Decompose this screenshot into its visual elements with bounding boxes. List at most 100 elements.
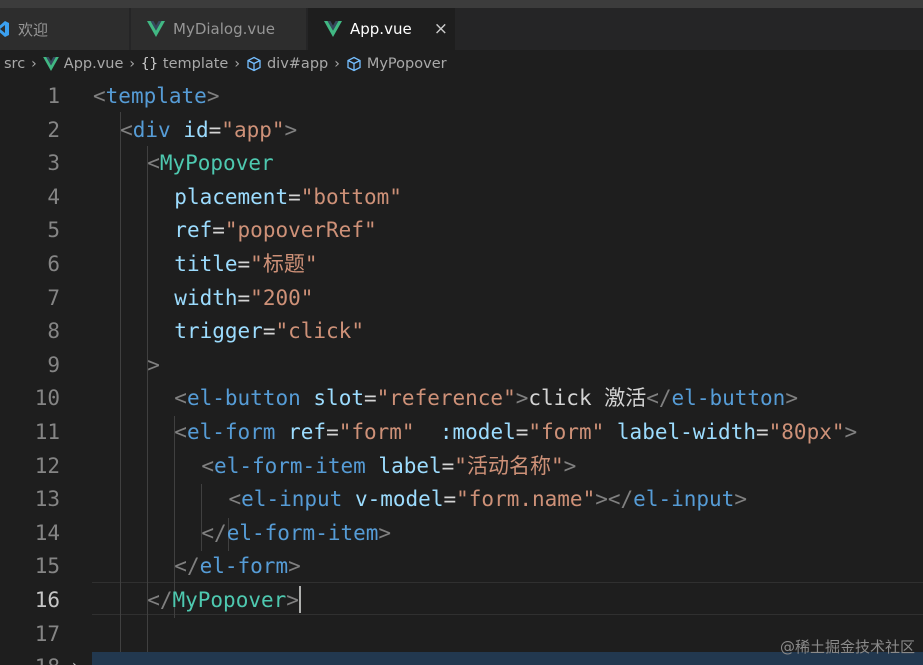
code-token: = <box>755 420 769 444</box>
vue-logo-icon <box>324 21 342 37</box>
code-text: <el-input v-model="form.name"></el-input… <box>229 482 747 516</box>
title-bar-strip <box>0 0 923 8</box>
breadcrumb-item-template[interactable]: {} template <box>141 56 228 72</box>
code-line: 13 <el-input v-model="form.name"></el-inp… <box>0 482 923 516</box>
line-number: 17 <box>34 621 60 646</box>
cube-icon <box>346 56 362 72</box>
code-line: 7 width="200" <box>0 281 923 315</box>
code-line: 9 > <box>0 348 923 382</box>
code-token: < <box>120 117 133 142</box>
breadcrumb-item-app-vue[interactable]: App.vue <box>42 56 124 72</box>
tab-mydialog-vue[interactable]: MyDialog.vue <box>131 8 307 50</box>
code-text: </MyPopover> <box>147 583 301 617</box>
line-number: 1 <box>47 84 60 108</box>
code-text: trigger="click" <box>174 314 364 348</box>
code-token: id <box>183 117 209 142</box>
code-token: "app" <box>221 117 285 142</box>
code-text: <div id="app"> <box>120 113 297 147</box>
vue-logo-icon <box>42 57 59 71</box>
code-text: <template> <box>93 79 219 113</box>
breadcrumb-label: div#app <box>266 56 329 72</box>
code-line: 12 <el-form-item label="活动名称"> <box>0 449 923 483</box>
code-token: > <box>284 117 298 142</box>
code-token: v-model <box>354 487 444 512</box>
code-token: "reference" <box>376 386 516 411</box>
code-token: = <box>262 319 276 344</box>
line-number: 2 <box>47 117 60 142</box>
code-token: = <box>326 420 339 444</box>
code-token: = <box>441 453 455 478</box>
code-text: title="标题" <box>174 247 317 281</box>
tab-app-vue[interactable]: App.vue × <box>308 8 456 50</box>
tab-label: MyDialog.vue <box>173 20 275 38</box>
breadcrumb-label: App.vue <box>63 56 124 72</box>
code-line: 1 <template> <box>0 79 923 113</box>
code-line: 11 <el-form ref="form" :model="form" labe… <box>0 415 923 449</box>
line-number: 8 <box>47 319 60 344</box>
close-icon[interactable]: × <box>434 19 448 39</box>
breadcrumb-item-mypopover[interactable]: MyPopover <box>346 56 447 72</box>
code-token: :model <box>439 420 516 444</box>
code-text: </el-form> <box>174 549 300 583</box>
code-line: 10 <el-button slot="reference">click 激活</… <box>0 381 923 415</box>
line-number: 9 <box>47 352 60 377</box>
line-number: 11 <box>34 420 60 444</box>
code-token: "form.name" <box>456 487 596 512</box>
code-line: 6 title="标题" <box>0 247 923 281</box>
code-line: 4 placement="bottom" <box>0 180 923 214</box>
code-token: > <box>286 588 299 612</box>
code-token: < <box>93 84 106 108</box>
code-token: "活动名称" <box>454 453 564 478</box>
code-token: "popoverRef" <box>224 218 377 243</box>
code-token: "form" <box>528 420 605 444</box>
line-number: 14 <box>34 520 60 545</box>
code-token: < <box>201 453 215 478</box>
code-token: "200" <box>250 285 314 310</box>
code-line: 8 trigger="click" <box>0 314 923 348</box>
breadcrumb-item-div-app[interactable]: div#app <box>246 56 328 72</box>
code-token: = <box>208 117 222 142</box>
code-token: "bottom" <box>300 184 402 209</box>
watermark: @稀土掘金技术社区 <box>779 638 915 656</box>
code-line: 15 </el-form> <box>0 549 923 583</box>
chevron-right-icon: › <box>129 56 136 72</box>
vue-logo-icon <box>147 21 165 37</box>
code-token: </ <box>646 386 672 411</box>
tab-welcome[interactable]: 欢迎 <box>0 8 130 50</box>
code-text: <el-form ref="form" :model="form" label-… <box>174 415 857 449</box>
breadcrumb-item-src[interactable]: src <box>4 56 25 72</box>
code-line: 14 </el-form-item> <box>0 516 923 550</box>
code-token: "form" <box>338 420 415 444</box>
code-token: = <box>288 184 301 209</box>
code-token: el-form <box>199 554 289 579</box>
tab-label: App.vue <box>350 20 412 38</box>
code-token: > <box>563 453 577 478</box>
code-token: > <box>147 352 160 377</box>
code-editor[interactable]: › 1<template>2<div id="app">3<MyPopover4… <box>0 78 923 665</box>
code-token: el-button <box>186 386 301 411</box>
code-token: label <box>378 453 442 478</box>
code-token: MyPopover <box>172 588 287 612</box>
breadcrumb-label: MyPopover <box>366 56 447 72</box>
code-token: </ <box>147 588 173 612</box>
code-token: el-input <box>633 487 735 512</box>
code-token: < <box>228 487 242 512</box>
line-number: 13 <box>34 487 60 512</box>
code-token: trigger <box>174 319 263 344</box>
braces-icon: {} <box>141 56 158 72</box>
chevron-right-icon: › <box>31 56 37 72</box>
code-token: placement <box>174 184 289 209</box>
editor-tab-bar: 欢迎 MyDialog.vue App.vue × <box>0 8 923 50</box>
code-token: el-form <box>186 420 276 444</box>
code-token: title <box>174 252 238 276</box>
code-line: 16 </MyPopover> <box>0 583 923 617</box>
code-text: </el-form-item> <box>201 516 391 550</box>
code-token: < <box>174 386 187 411</box>
code-token: el-input <box>241 487 343 512</box>
